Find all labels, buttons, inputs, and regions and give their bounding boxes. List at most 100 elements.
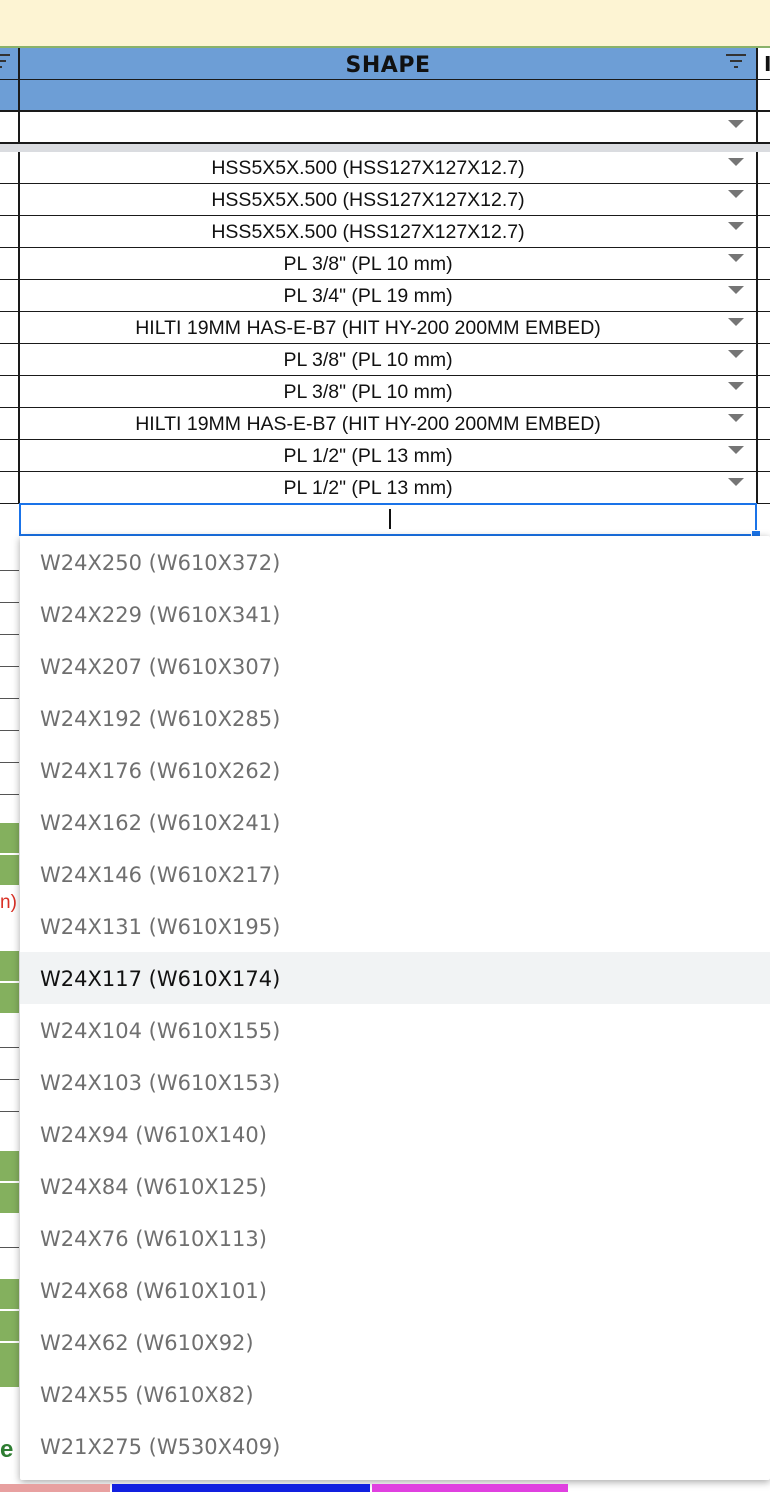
dropdown-option[interactable]: W24X162 (W610X241)	[20, 796, 770, 848]
dropdown-option[interactable]: W24X103 (W610X153)	[20, 1056, 770, 1108]
left-green-cell[interactable]	[0, 1311, 19, 1341]
next-column-cell	[758, 80, 770, 110]
grid-line	[0, 698, 19, 699]
left-green-cell[interactable]	[0, 951, 19, 981]
dropdown-option[interactable]: W24X104 (W610X155)	[20, 1004, 770, 1056]
shape-column-header[interactable]: SHAPE	[20, 48, 756, 79]
left-green-cell[interactable]	[0, 983, 19, 1013]
column-separator	[756, 344, 758, 375]
frozen-rows-divider[interactable]	[0, 144, 770, 152]
column-separator	[756, 376, 758, 407]
column-separator	[756, 248, 758, 279]
column-separator	[756, 216, 758, 247]
table-row[interactable]: PL 3/8" (PL 10 mm)	[0, 376, 770, 408]
shape-cell[interactable]: PL 1/2" (PL 13 mm)	[20, 440, 716, 471]
shape-cell[interactable]: HSS5X5X.500 (HSS127X127X12.7)	[20, 216, 716, 247]
grid-line	[0, 762, 19, 763]
left-green-cell[interactable]	[0, 855, 19, 885]
dropdown-caret-icon[interactable]	[728, 318, 744, 326]
text-cursor	[389, 509, 391, 529]
column-separator	[756, 184, 758, 215]
left-green-cell[interactable]	[0, 1343, 19, 1387]
dropdown-option[interactable]: W24X131 (W610X195)	[20, 900, 770, 952]
dropdown-option[interactable]: W24X250 (W610X372)	[20, 536, 770, 588]
next-column-header[interactable]: I	[756, 48, 770, 79]
dropdown-option-highlighted[interactable]: W24X117 (W610X174)	[20, 952, 770, 1004]
dropdown-option[interactable]: W24X229 (W610X341)	[20, 588, 770, 640]
table-row[interactable]: PL 3/8" (PL 10 mm)	[0, 248, 770, 280]
dropdown-option[interactable]: W24X76 (W610X113)	[20, 1212, 770, 1264]
column-separator	[756, 472, 758, 503]
dropdown-caret-icon[interactable]	[728, 414, 744, 422]
dropdown-option[interactable]: W24X94 (W610X140)	[20, 1108, 770, 1160]
active-cell-editor[interactable]	[19, 503, 761, 540]
grid-line	[0, 666, 19, 667]
grid-line	[0, 730, 19, 731]
left-cell-green-text: e	[0, 1436, 14, 1463]
column-separator	[756, 312, 758, 343]
dropdown-option[interactable]: W24X146 (W610X217)	[20, 848, 770, 900]
table-row[interactable]: HILTI 19MM HAS-E-B7 (HIT HY-200 200MM EM…	[0, 408, 770, 440]
table-row[interactable]: PL 1/2" (PL 13 mm)	[0, 440, 770, 472]
shape-cell[interactable]: PL 1/2" (PL 13 mm)	[20, 472, 716, 503]
column-separator	[18, 80, 20, 110]
shape-cell[interactable]: PL 3/8" (PL 10 mm)	[20, 344, 716, 375]
dropdown-caret-icon[interactable]	[728, 120, 744, 128]
dropdown-caret-icon[interactable]	[728, 190, 744, 198]
grid-line	[0, 570, 19, 571]
sheet-tab[interactable]	[372, 1484, 568, 1492]
dropdown-option[interactable]: W24X84 (W610X125)	[20, 1160, 770, 1212]
next-column-header-label: I	[764, 52, 770, 76]
filter-icon[interactable]	[0, 52, 12, 70]
shape-cell[interactable]: PL 3/8" (PL 10 mm)	[20, 248, 716, 279]
shape-cell[interactable]: HSS5X5X.500 (HSS127X127X12.7)	[20, 184, 716, 215]
table-row[interactable]: PL 1/2" (PL 13 mm)	[0, 472, 770, 504]
shape-cell[interactable]: HILTI 19MM HAS-E-B7 (HIT HY-200 200MM EM…	[20, 312, 716, 343]
shape-cell[interactable]: PL 3/8" (PL 10 mm)	[20, 376, 716, 407]
column-separator	[756, 112, 758, 142]
sheet-tab[interactable]	[112, 1484, 370, 1492]
table-row[interactable]: HSS5X5X.500 (HSS127X127X12.7)	[0, 184, 770, 216]
left-green-cell[interactable]	[0, 1151, 19, 1181]
dropdown-caret-icon[interactable]	[728, 222, 744, 230]
prev-column-header[interactable]	[0, 48, 20, 79]
shape-cell[interactable]: HSS5X5X.500 (HSS127X127X12.7)	[20, 152, 716, 183]
dropdown-caret-icon[interactable]	[728, 286, 744, 294]
left-green-cell[interactable]	[0, 823, 19, 853]
dropdown-caret-icon[interactable]	[728, 254, 744, 262]
table-row[interactable]: HSS5X5X.500 (HSS127X127X12.7)	[0, 152, 770, 184]
grid-line	[0, 602, 19, 603]
column-separator	[18, 112, 20, 142]
shape-cell[interactable]: HILTI 19MM HAS-E-B7 (HIT HY-200 200MM EM…	[20, 408, 716, 439]
grid-line	[0, 1111, 19, 1112]
table-row[interactable]	[0, 112, 770, 144]
dropdown-option[interactable]: W24X55 (W610X82)	[20, 1368, 770, 1420]
left-green-cell[interactable]	[0, 1279, 19, 1309]
table-row[interactable]: PL 3/8" (PL 10 mm)	[0, 344, 770, 376]
dropdown-caret-icon[interactable]	[728, 158, 744, 166]
shape-rows: HSS5X5X.500 (HSS127X127X12.7) HSS5X5X.50…	[0, 152, 770, 504]
table-row[interactable]: HSS5X5X.500 (HSS127X127X12.7)	[0, 216, 770, 248]
dropdown-caret-icon[interactable]	[728, 382, 744, 390]
dropdown-caret-icon[interactable]	[728, 350, 744, 358]
dropdown-option[interactable]: W24X62 (W610X92)	[20, 1316, 770, 1368]
dropdown-caret-icon[interactable]	[728, 446, 744, 454]
left-green-cell[interactable]	[0, 1183, 19, 1213]
column-separator	[756, 280, 758, 311]
dropdown-option[interactable]: W21X275 (W530X409)	[20, 1420, 770, 1472]
sheet-tabs-strip	[0, 1484, 770, 1492]
dropdown-caret-icon[interactable]	[728, 478, 744, 486]
top-banner	[0, 0, 770, 48]
dropdown-option[interactable]: W24X68 (W610X101)	[20, 1264, 770, 1316]
dropdown-option[interactable]: W24X207 (W610X307)	[20, 640, 770, 692]
shape-cell[interactable]: PL 3/4" (PL 19 mm)	[20, 280, 716, 311]
dropdown-option[interactable]: W24X176 (W610X262)	[20, 744, 770, 796]
column-separator	[756, 408, 758, 439]
filter-icon[interactable]	[724, 52, 748, 70]
table-row[interactable]: PL 3/4" (PL 19 mm)	[0, 280, 770, 312]
left-cell-red-text: n)	[0, 892, 17, 913]
table-row[interactable]: HILTI 19MM HAS-E-B7 (HIT HY-200 200MM EM…	[0, 312, 770, 344]
sheet-tab[interactable]	[0, 1484, 110, 1492]
dropdown-option[interactable]: W24X192 (W610X285)	[20, 692, 770, 744]
grid-line	[0, 1079, 19, 1080]
